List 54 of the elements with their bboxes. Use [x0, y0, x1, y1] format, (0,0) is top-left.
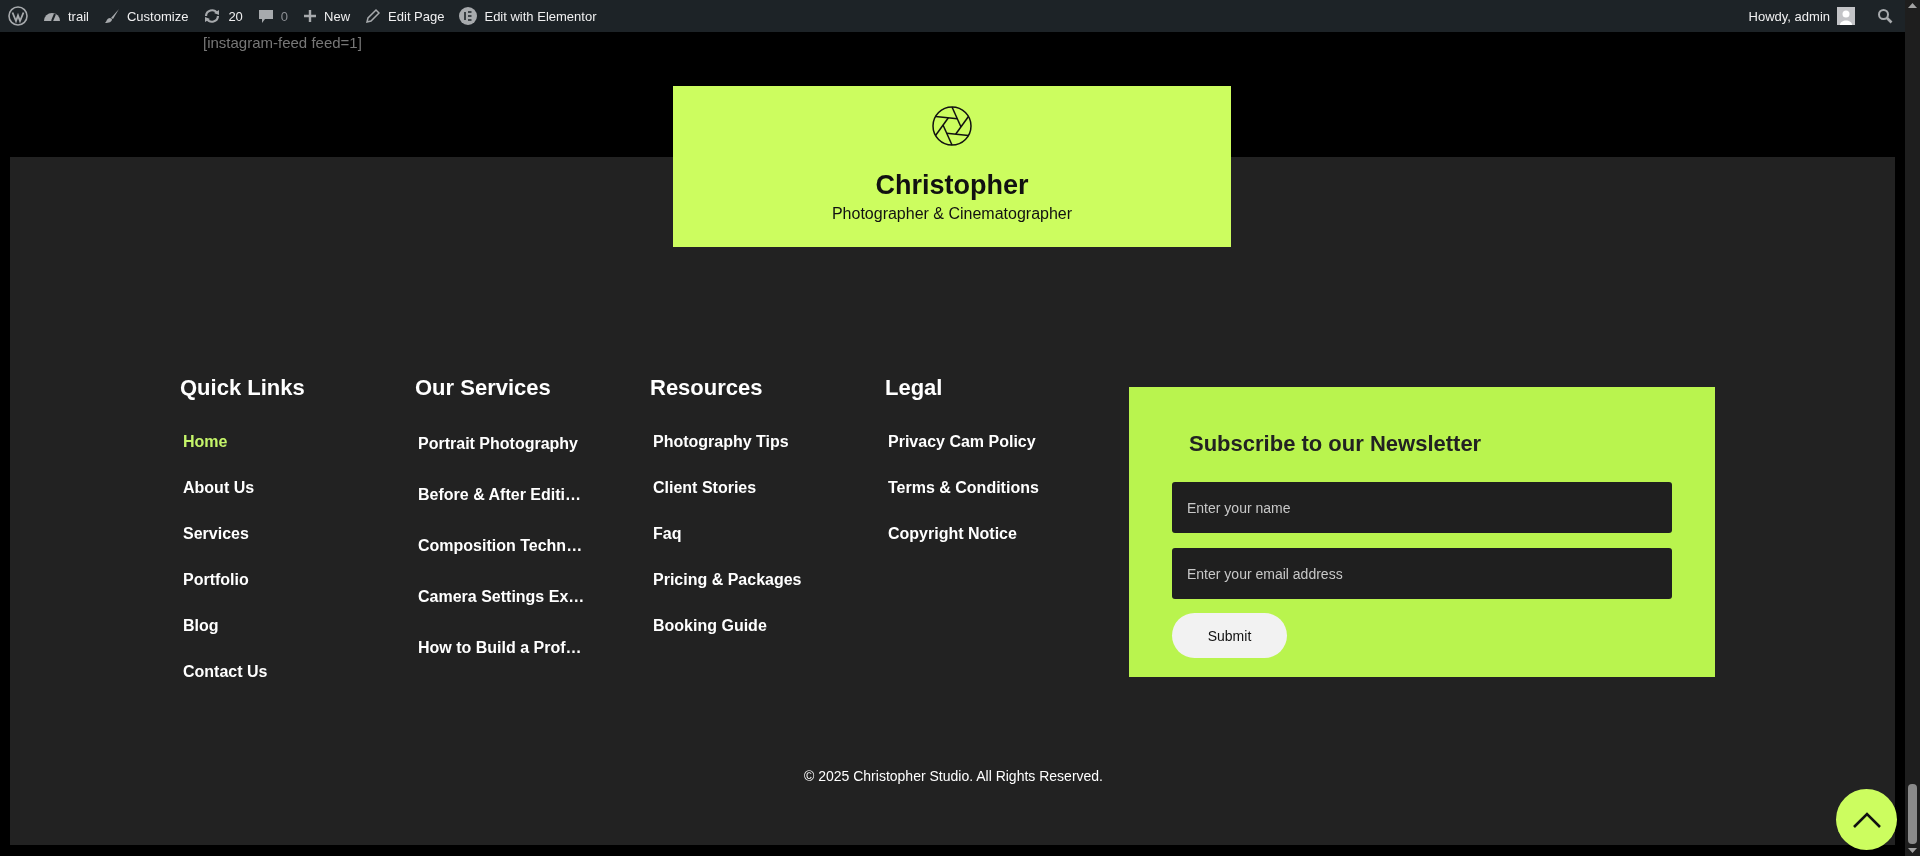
footer-link[interactable]: Camera Settings Ex… — [415, 585, 650, 607]
scroll-to-top-button[interactable] — [1836, 789, 1897, 850]
refresh-icon — [203, 8, 222, 24]
footer-link[interactable]: Portfolio — [180, 570, 415, 590]
column-heading: Our Services — [415, 375, 552, 401]
footer-link[interactable]: Booking Guide — [650, 616, 885, 636]
footer-link[interactable]: Pricing & Packages — [650, 570, 885, 590]
pencil-icon — [365, 8, 382, 24]
brand-name: Christopher — [875, 170, 1029, 201]
footer-link[interactable]: Terms & Conditions — [885, 478, 1120, 498]
footer-link[interactable]: Contact Us — [180, 662, 415, 682]
admin-bar-link[interactable]: 20 — [203, 8, 243, 24]
admin-bar-link[interactable]: 0 — [257, 8, 289, 24]
chevron-up-icon — [1851, 810, 1882, 829]
brand-tagline: Photographer & Cinematographer — [831, 205, 1073, 223]
scrollbar-thumb[interactable] — [1908, 784, 1917, 844]
footer-link[interactable]: Faq — [650, 524, 885, 544]
submit-button[interactable]: Submit — [1172, 613, 1287, 658]
column-heading: Resources — [650, 375, 764, 401]
account-menu[interactable]: Howdy, admin — [1748, 7, 1855, 25]
admin-bar-link[interactable]: Edit with Elementor — [459, 7, 597, 25]
copyright-text: © 2025 Christopher Studio. All Rights Reserved. — [803, 768, 1104, 784]
elementor-icon — [459, 7, 478, 25]
shortcode-text: [instagram-feed feed=1] — [203, 34, 362, 51]
footer-link[interactable]: Copyright Notice — [885, 524, 1120, 544]
footer-link[interactable]: Composition Techn… — [415, 534, 650, 556]
column-heading: Legal — [885, 375, 944, 401]
input-field[interactable]: Enter your name — [1172, 482, 1672, 533]
footer-link[interactable]: Portrait Photography — [415, 432, 650, 454]
footer-link[interactable]: Before & After Editi… — [415, 483, 650, 505]
footer-link[interactable]: Privacy Cam Policy — [885, 432, 1120, 452]
search-icon[interactable] — [1877, 8, 1893, 24]
avatar-icon — [1837, 7, 1855, 25]
footer-link[interactable]: How to Build a Prof… — [415, 636, 650, 658]
footer-link[interactable]: Client Stories — [650, 478, 885, 498]
newsletter-title: Subscribe to our Newsletter — [1189, 431, 1483, 457]
footer-link[interactable]: Home — [180, 432, 415, 452]
input-field[interactable]: Enter your email address — [1172, 548, 1672, 599]
admin-bar-link[interactable]: trail — [43, 8, 89, 24]
footer-link[interactable]: Services — [180, 524, 415, 544]
footer-link[interactable]: About Us — [180, 478, 415, 498]
scroll-up-icon[interactable] — [1905, 0, 1920, 10]
footer-link[interactable]: Blog — [180, 616, 415, 636]
wordpress-logo-icon[interactable] — [8, 6, 28, 26]
admin-bar-link[interactable]: Edit Page — [365, 8, 445, 24]
scroll-down-icon[interactable] — [1905, 846, 1920, 856]
plus-icon — [303, 9, 318, 23]
camera-aperture-icon — [931, 105, 973, 147]
comment-icon — [257, 8, 274, 24]
admin-bar-link[interactable]: Customize — [103, 8, 189, 24]
admin-bar-link[interactable]: New — [303, 8, 351, 24]
scrollbar[interactable] — [1905, 0, 1920, 856]
column-heading: Quick Links — [180, 375, 306, 401]
footer-link[interactable]: Photography Tips — [650, 432, 885, 452]
